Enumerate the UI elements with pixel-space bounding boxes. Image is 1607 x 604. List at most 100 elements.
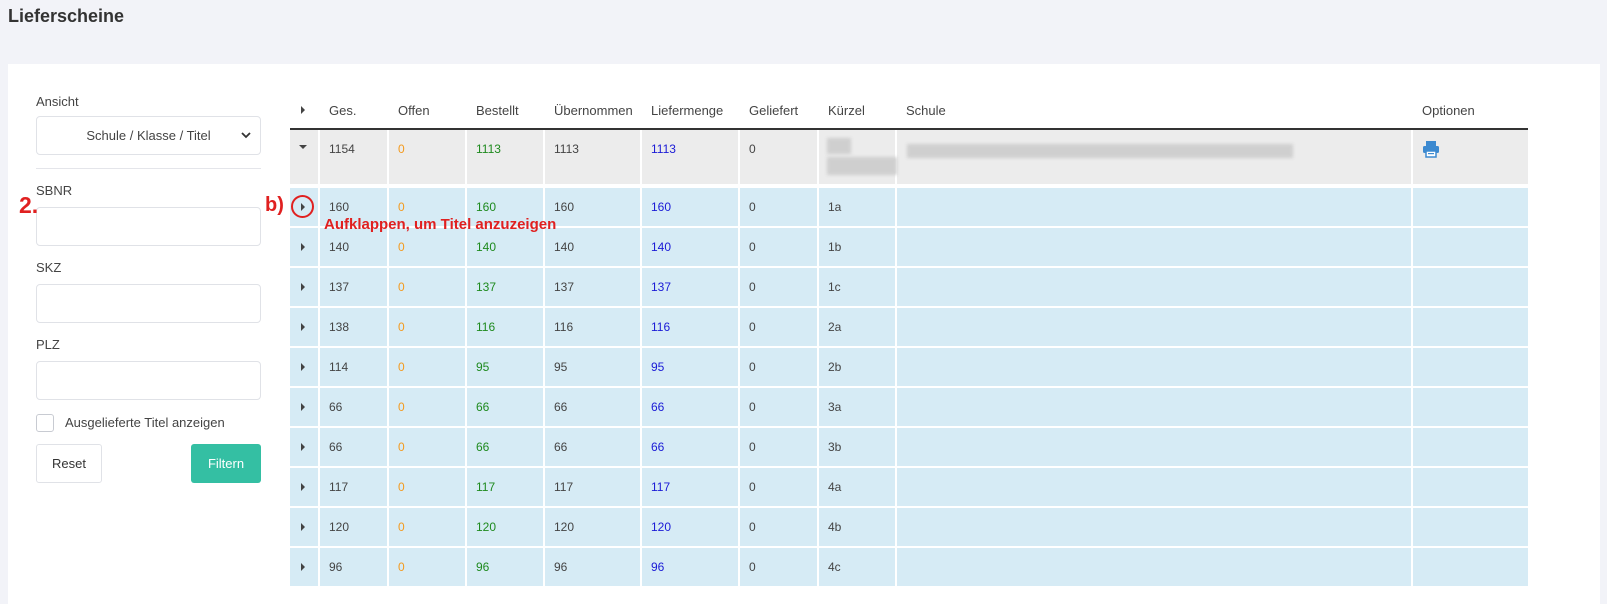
cell-liefermenge: 117 bbox=[642, 468, 740, 506]
cell-offen: 0 bbox=[389, 308, 467, 346]
cell-offen: 0 bbox=[389, 348, 467, 386]
collapse-toggle[interactable] bbox=[290, 130, 320, 184]
print-icon[interactable] bbox=[1422, 140, 1440, 158]
cell-schule bbox=[897, 388, 1413, 426]
cell-ges: 137 bbox=[320, 268, 389, 306]
expand-toggle[interactable] bbox=[290, 508, 320, 546]
cell-geliefert: 0 bbox=[740, 468, 819, 506]
header-liefermenge[interactable]: Liefermenge bbox=[642, 92, 740, 128]
ansicht-select-value: Schule / Klasse / Titel bbox=[86, 128, 211, 143]
caret-right-icon bbox=[301, 283, 305, 291]
cell-kuerzel: 1a bbox=[819, 188, 897, 226]
cell-liefermenge: 120 bbox=[642, 508, 740, 546]
cell-kuerzel: 2a bbox=[819, 308, 897, 346]
cell-offen: 0 bbox=[389, 468, 467, 506]
chevron-down-icon bbox=[241, 132, 251, 139]
cell-bestellt: 116 bbox=[467, 308, 545, 346]
expand-toggle[interactable] bbox=[290, 348, 320, 386]
expand-toggle[interactable] bbox=[290, 388, 320, 426]
cell-bestellt: 120 bbox=[467, 508, 545, 546]
ansicht-select[interactable]: Schule / Klasse / Titel bbox=[36, 116, 261, 155]
header-kuerzel[interactable]: Kürzel bbox=[819, 92, 897, 128]
cell-geliefert: 0 bbox=[740, 508, 819, 546]
page-title: Lieferscheine bbox=[8, 6, 125, 26]
header-optionen: Optionen bbox=[1422, 102, 1475, 118]
header-ges[interactable]: Ges. bbox=[320, 92, 389, 128]
class-row[interactable]: 120 0 120 120 120 0 4b bbox=[290, 508, 1528, 546]
school-row[interactable]: 1154 0 1113 1113 1113 0 bbox=[290, 130, 1528, 184]
header-bestellt[interactable]: Bestellt bbox=[467, 92, 545, 128]
class-row[interactable]: 137 0 137 137 137 0 1c bbox=[290, 268, 1528, 306]
cell-liefermenge: 116 bbox=[642, 308, 740, 346]
cell-schule bbox=[897, 228, 1413, 266]
header-expand-all[interactable] bbox=[290, 92, 320, 128]
cell-optionen bbox=[1413, 188, 1528, 226]
expand-toggle[interactable] bbox=[290, 228, 320, 266]
annotation-hint: Aufklappen, um Titel anzuzeigen bbox=[324, 216, 557, 233]
cell-optionen bbox=[1413, 130, 1528, 184]
class-row[interactable]: 138 0 116 116 116 0 2a bbox=[290, 308, 1528, 346]
caret-right-icon bbox=[301, 403, 305, 411]
cell-bestellt: 1113 bbox=[467, 130, 545, 184]
cell-optionen bbox=[1413, 388, 1528, 426]
cell-schule-redacted bbox=[897, 130, 1413, 184]
cell-kuerzel: 3b bbox=[819, 428, 897, 466]
class-row[interactable]: 66 0 66 66 66 0 3a bbox=[290, 388, 1528, 426]
cell-optionen bbox=[1413, 228, 1528, 266]
show-delivered-checkbox[interactable] bbox=[36, 414, 54, 432]
expand-toggle[interactable] bbox=[290, 428, 320, 466]
cell-offen: 0 bbox=[389, 388, 467, 426]
plz-input[interactable] bbox=[36, 361, 261, 400]
cell-bestellt: 137 bbox=[467, 268, 545, 306]
skz-input[interactable] bbox=[36, 284, 261, 323]
cell-bestellt: 95 bbox=[467, 348, 545, 386]
cell-liefermenge: 140 bbox=[642, 228, 740, 266]
cell-geliefert: 0 bbox=[740, 130, 819, 184]
header-offen[interactable]: Offen bbox=[389, 92, 467, 128]
cell-bestellt: 96 bbox=[467, 548, 545, 586]
filter-button[interactable]: Filtern bbox=[191, 444, 261, 483]
ansicht-label: Ansicht bbox=[36, 94, 79, 109]
cell-uebernommen: 120 bbox=[545, 508, 642, 546]
reset-button[interactable]: Reset bbox=[36, 444, 102, 483]
caret-right-icon bbox=[301, 523, 305, 531]
cell-ges: 96 bbox=[320, 548, 389, 586]
cell-optionen bbox=[1413, 428, 1528, 466]
cell-geliefert: 0 bbox=[740, 388, 819, 426]
cell-offen: 0 bbox=[389, 428, 467, 466]
redacted-block bbox=[827, 157, 897, 175]
cell-uebernommen: 137 bbox=[545, 268, 642, 306]
cell-geliefert: 0 bbox=[740, 268, 819, 306]
cell-uebernommen: 116 bbox=[545, 308, 642, 346]
class-row[interactable]: 114 0 95 95 95 0 2b bbox=[290, 348, 1528, 386]
cell-schule bbox=[897, 188, 1413, 226]
cell-ges: 120 bbox=[320, 508, 389, 546]
expand-toggle[interactable] bbox=[290, 268, 320, 306]
cell-geliefert: 0 bbox=[740, 348, 819, 386]
class-row[interactable]: 66 0 66 66 66 0 3b bbox=[290, 428, 1528, 466]
class-row[interactable]: 140 0 140 140 140 0 1b bbox=[290, 228, 1528, 266]
cell-kuerzel: 4b bbox=[819, 508, 897, 546]
header-uebernommen[interactable]: Übernommen bbox=[545, 92, 642, 128]
header-geliefert[interactable]: Geliefert bbox=[740, 92, 819, 128]
cell-optionen bbox=[1413, 508, 1528, 546]
cell-kuerzel: 1b bbox=[819, 228, 897, 266]
expand-toggle[interactable] bbox=[290, 468, 320, 506]
cell-geliefert: 0 bbox=[740, 188, 819, 226]
class-row[interactable]: 96 0 96 96 96 0 4c bbox=[290, 548, 1528, 586]
cell-optionen bbox=[1413, 348, 1528, 386]
cell-liefermenge: 160 bbox=[642, 188, 740, 226]
cell-liefermenge: 66 bbox=[642, 388, 740, 426]
cell-bestellt: 66 bbox=[467, 428, 545, 466]
cell-kuerzel: 4a bbox=[819, 468, 897, 506]
sbnr-input[interactable] bbox=[36, 207, 261, 246]
cell-kuerzel: 4c bbox=[819, 548, 897, 586]
header-schule[interactable]: Schule bbox=[897, 92, 1413, 128]
cell-optionen bbox=[1413, 468, 1528, 506]
expand-toggle[interactable] bbox=[290, 548, 320, 586]
cell-kuerzel: 2b bbox=[819, 348, 897, 386]
show-delivered-label: Ausgelieferte Titel anzeigen bbox=[65, 415, 225, 430]
expand-toggle[interactable] bbox=[290, 308, 320, 346]
class-row[interactable]: 117 0 117 117 117 0 4a bbox=[290, 468, 1528, 506]
cell-optionen bbox=[1413, 268, 1528, 306]
